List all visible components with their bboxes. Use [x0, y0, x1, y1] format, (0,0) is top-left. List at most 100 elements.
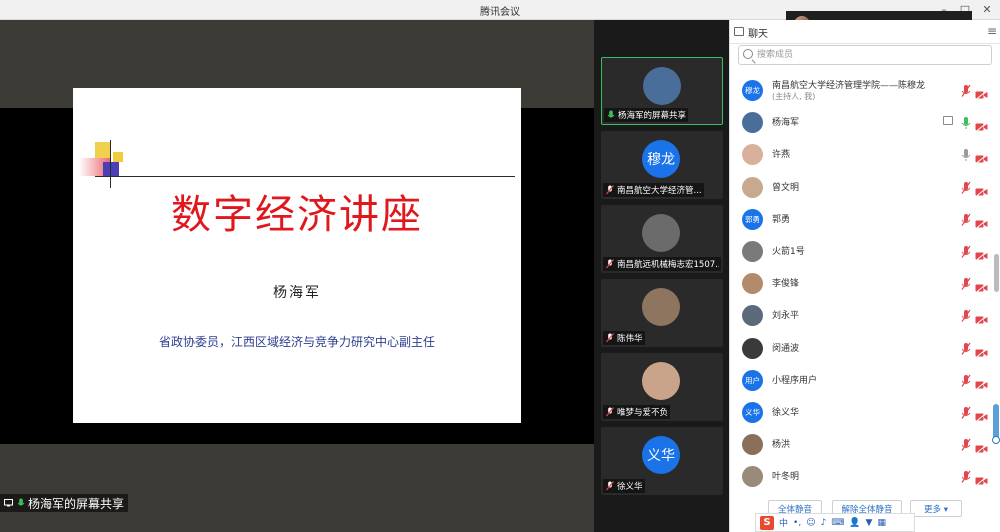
mic-icon[interactable] — [961, 115, 971, 130]
presentation-slide: 数字经济讲座 杨海军 省政协委员，江西区域经济与竞争力研究中心副主任 — [73, 88, 521, 423]
member-avatar — [742, 466, 763, 488]
tile-name: 陈伟华 — [617, 334, 643, 344]
camera-off-icon[interactable] — [975, 246, 988, 261]
tile-name: 南昌航空大学经济管... — [617, 186, 702, 196]
members-panel: 聊天 ≡ 穆龙南昌航空大学经济管理学院——陈穆龙(主持人, 我) 杨海军许燕曾文明… — [729, 20, 1000, 532]
member-search[interactable] — [738, 45, 992, 65]
camera-off-icon[interactable] — [975, 278, 988, 294]
member-row[interactable]: 李俊锋 — [730, 267, 992, 299]
camera-off-icon[interactable] — [975, 182, 988, 197]
member-list: 穆龙 南昌航空大学经济管理学院——陈穆龙 (主持人, 我) 杨海军许燕曾文明 郭勇 郭勇火… — [730, 74, 992, 492]
member-avatar — [742, 305, 763, 327]
member-row[interactable]: 郭勇 郭勇 — [730, 203, 992, 235]
ime-emoji-icon[interactable]: ☺ — [806, 518, 815, 528]
mic-muted-icon[interactable] — [961, 405, 971, 419]
camera-off-icon[interactable] — [975, 85, 988, 100]
member-row[interactable]: 许燕 — [730, 138, 992, 170]
slide-subtitle: 省政协委员，江西区域经济与竞争力研究中心副主任 — [158, 335, 435, 349]
share-footer-label: 杨海军的屏幕共享 — [28, 496, 125, 511]
member-row[interactable]: 火箭1号 — [730, 235, 992, 267]
close-icon[interactable]: ✕ — [978, 2, 996, 18]
camera-off-icon[interactable] — [975, 117, 988, 133]
ime-tools-icon[interactable]: ▦ — [877, 518, 886, 528]
ime-user-icon[interactable]: 👤 — [849, 518, 860, 528]
camera-off-icon[interactable] — [975, 310, 988, 326]
member-row[interactable]: 穆龙 南昌航空大学经济管理学院——陈穆龙 (主持人, 我) — [730, 74, 992, 106]
ime-skin-icon[interactable]: ▼ — [866, 518, 873, 528]
member-name: 许燕 — [772, 150, 791, 161]
camera-off-icon[interactable] — [975, 471, 988, 487]
screen-share-icon — [4, 499, 13, 508]
member-avatar — [742, 337, 763, 359]
mic-muted-icon[interactable] — [961, 212, 971, 226]
member-name: 闵通波 — [772, 343, 800, 354]
gallery-tile[interactable]: 杨海军的屏幕共享 — [601, 57, 723, 125]
ime-keyboard-icon[interactable]: ⌨ — [831, 518, 844, 528]
member-name: 小程序用户 — [772, 375, 818, 386]
ime-mode-label[interactable]: 中 — [779, 516, 788, 529]
gallery-tile[interactable]: 唯梦与爱不负 — [601, 353, 723, 421]
tile-name: 徐义华 — [617, 482, 643, 492]
member-row[interactable]: 闵通波 — [730, 332, 992, 364]
mic-muted-icon[interactable] — [961, 341, 971, 355]
participant-avatar: 义华 — [642, 436, 680, 474]
mic-active-icon — [16, 498, 25, 508]
mic-muted-icon — [605, 185, 614, 195]
camera-off-icon[interactable] — [975, 214, 988, 229]
member-name: 李俊锋 — [772, 279, 800, 290]
tile-name: 南昌航远机械梅志宏1507... — [617, 260, 719, 270]
gallery-tile[interactable]: 穆龙 南昌航空大学经济管... — [601, 131, 723, 199]
tile-name-row: 陈伟华 — [603, 331, 645, 345]
mic-muted-icon[interactable] — [961, 244, 971, 258]
participant-avatar — [642, 288, 680, 326]
volume-slider-handle[interactable] — [992, 436, 1000, 444]
mic-active-icon — [606, 110, 615, 120]
mic-muted-icon[interactable] — [961, 308, 971, 323]
mic-muted-icon[interactable] — [961, 180, 971, 194]
search-input[interactable] — [757, 48, 985, 62]
member-row[interactable]: 刘永平 — [730, 299, 992, 331]
tab-chat[interactable]: 聊天 — [748, 25, 768, 40]
member-avatar — [742, 176, 763, 198]
mic-muted-icon[interactable] — [961, 83, 971, 97]
tile-name-row: 南昌航远机械梅志宏1507... — [603, 257, 721, 271]
camera-off-icon[interactable] — [975, 149, 988, 165]
search-icon — [743, 49, 753, 59]
gallery-tile[interactable]: 南昌航远机械梅志宏1507... — [601, 205, 723, 273]
member-avatar: 用户 — [742, 369, 763, 391]
participant-avatar — [642, 362, 680, 400]
ime-voice-icon[interactable]: ♪ — [821, 518, 827, 528]
member-name: 刘永平 — [772, 311, 800, 322]
tile-name-row: 南昌航空大学经济管... — [603, 183, 704, 197]
camera-off-icon[interactable] — [975, 439, 988, 454]
member-row[interactable]: 用户 小程序用户 — [730, 364, 992, 396]
member-role: (主持人, 我) — [772, 92, 816, 101]
member-list-scrollbar[interactable] — [994, 254, 999, 292]
more-button[interactable]: 更多 ▾ — [910, 500, 962, 517]
member-row[interactable]: 曾文明 — [730, 171, 992, 203]
gallery-tile[interactable]: 陈伟华 — [601, 279, 723, 347]
member-avatar — [742, 144, 763, 166]
camera-off-icon[interactable] — [975, 375, 988, 390]
mic-muted-icon — [605, 259, 614, 269]
camera-off-icon[interactable] — [975, 407, 988, 422]
member-row[interactable]: 杨海军 — [730, 106, 992, 138]
member-name: 叶冬明 — [772, 472, 800, 483]
member-name: 郭勇 — [772, 214, 791, 225]
menu-icon[interactable]: ≡ — [987, 24, 997, 38]
sogou-logo-icon[interactable]: S — [760, 515, 774, 530]
camera-off-icon[interactable] — [975, 343, 988, 358]
chat-icon — [734, 27, 744, 36]
ime-punct-icon[interactable]: •, — [793, 518, 801, 528]
gallery-tile[interactable]: 义华徐义华 — [601, 427, 723, 495]
member-row[interactable]: 叶冬明 — [730, 460, 992, 492]
panel-header: 聊天 ≡ — [730, 20, 1000, 44]
mic-muted-icon[interactable] — [961, 437, 971, 451]
mic-muted-icon[interactable] — [961, 469, 971, 484]
mic-muted-icon[interactable] — [961, 373, 971, 387]
member-row[interactable]: 义华 徐义华 — [730, 396, 992, 428]
mic-muted-icon[interactable] — [961, 276, 971, 290]
member-name: 杨海军 — [772, 118, 800, 129]
mic-icon[interactable] — [961, 147, 971, 162]
member-row[interactable]: 杨洪 — [730, 428, 992, 460]
